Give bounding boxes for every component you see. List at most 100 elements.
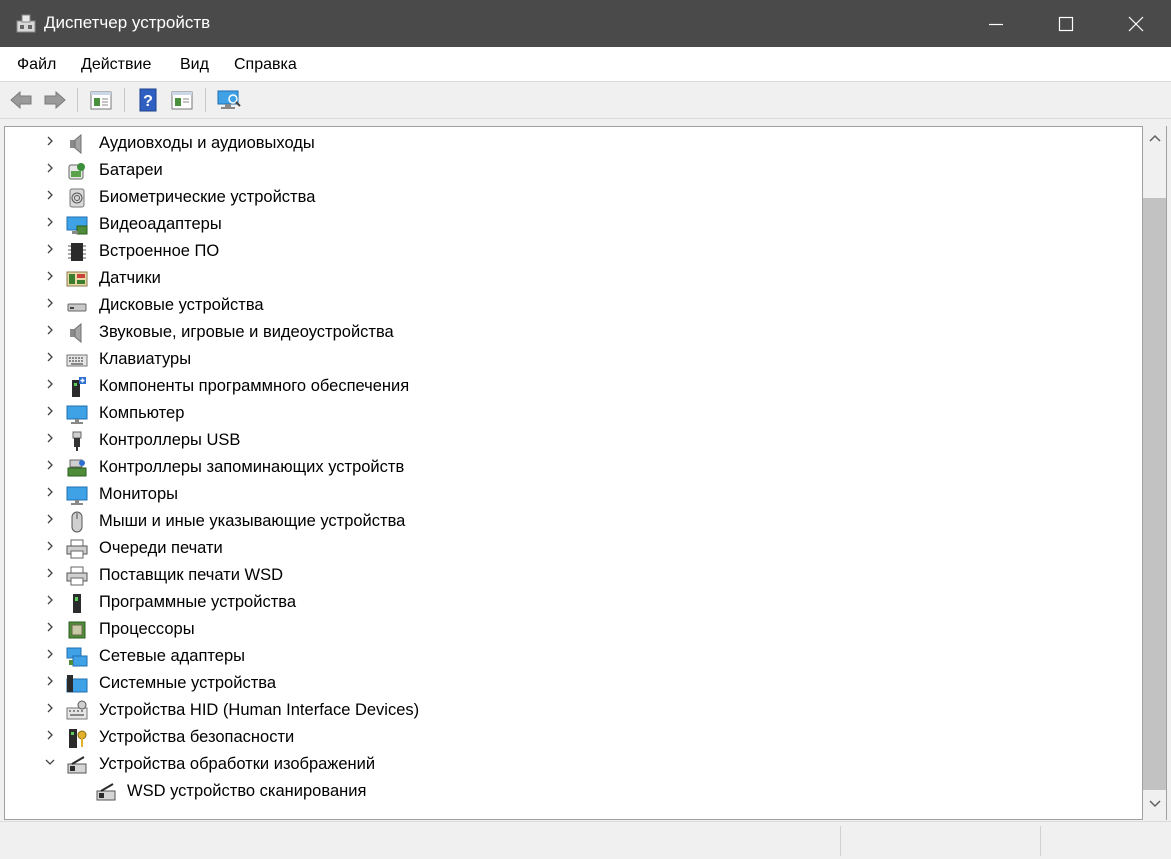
tree-category[interactable]: Батареи	[5, 157, 1105, 184]
scroll-down-button[interactable]	[1143, 794, 1167, 814]
menu-help[interactable]: Справка	[234, 56, 297, 74]
expand-chevron-icon[interactable]	[43, 135, 57, 151]
tree-category[interactable]: Звуковые, игровые и видеоустройства	[5, 319, 1105, 346]
tree-item-label: Биометрические устройства	[99, 188, 316, 206]
tree-item-label: Компьютер	[99, 404, 185, 422]
tree-category[interactable]: Компоненты программного обеспечения	[5, 373, 1105, 400]
minimize-button[interactable]	[961, 0, 1031, 47]
tree-category[interactable]: Видеоадаптеры	[5, 211, 1105, 238]
collapse-chevron-icon[interactable]	[43, 756, 57, 772]
expand-chevron-icon[interactable]	[43, 540, 57, 556]
tree-category[interactable]: Мониторы	[5, 481, 1105, 508]
tree-category[interactable]: Мыши и иные указывающие устройства	[5, 508, 1105, 535]
tree-category[interactable]: Биометрические устройства	[5, 184, 1105, 211]
tree-category[interactable]: Поставщик печати WSD	[5, 562, 1105, 589]
tree-child-item[interactable]: WSD устройство сканирования	[5, 778, 1105, 805]
maximize-icon	[1058, 16, 1074, 31]
printer-icon	[66, 566, 88, 586]
tree-category[interactable]: Сетевые адаптеры	[5, 643, 1105, 670]
close-button[interactable]	[1101, 0, 1171, 47]
disk-drive-icon	[67, 303, 87, 312]
tree-category[interactable]: Контроллеры запоминающих устройств	[5, 454, 1105, 481]
menu-view[interactable]: Вид	[180, 56, 209, 74]
expand-chevron-icon[interactable]	[43, 297, 57, 313]
device-tree: Аудиовходы и аудиовыходы Батареи Биометрич…	[4, 126, 1143, 820]
tree-category[interactable]: Дисковые устройства	[5, 292, 1105, 319]
forward-button[interactable]	[42, 87, 68, 113]
maximize-button[interactable]	[1031, 0, 1101, 47]
tree-item-label: Устройства HID (Human Interface Devices)	[99, 701, 420, 719]
tree-item-label: Системные устройства	[99, 674, 277, 692]
expand-chevron-icon[interactable]	[43, 162, 57, 178]
expand-chevron-icon[interactable]	[43, 702, 57, 718]
expand-chevron-icon[interactable]	[43, 405, 57, 421]
close-icon	[1128, 16, 1144, 31]
tree-item-label: Мыши и иные указывающие устройства	[99, 512, 406, 530]
tree-category[interactable]: Контроллеры USB	[5, 427, 1105, 454]
expand-chevron-icon[interactable]	[43, 486, 57, 502]
expand-chevron-icon[interactable]	[43, 675, 57, 691]
tree-category[interactable]: Устройства HID (Human Interface Devices)	[5, 697, 1105, 724]
tree-item-label: Процессоры	[99, 620, 195, 638]
expand-chevron-icon[interactable]	[43, 189, 57, 205]
tree-category[interactable]: Встроенное ПО	[5, 238, 1105, 265]
tree-category[interactable]: Системные устройства	[5, 670, 1105, 697]
tree-category[interactable]: Устройства безопасности	[5, 724, 1105, 751]
tree-category[interactable]: Клавиатуры	[5, 346, 1105, 373]
vertical-scrollbar[interactable]	[1143, 126, 1167, 820]
monitor-icon	[66, 405, 88, 424]
processor-icon	[68, 621, 86, 639]
tree-item-label: Сетевые адаптеры	[99, 647, 245, 665]
tree-item-label: Контроллеры USB	[99, 431, 241, 449]
expand-chevron-icon[interactable]	[43, 621, 57, 637]
svg-text:?: ?	[143, 93, 153, 110]
camera-icon	[67, 756, 87, 774]
expand-chevron-icon[interactable]	[43, 270, 57, 286]
forward-arrow-icon	[44, 90, 66, 110]
firmware-chip-icon	[68, 243, 86, 261]
usb-icon	[72, 431, 82, 451]
expand-chevron-icon[interactable]	[43, 243, 57, 259]
menu-file[interactable]: Файл	[17, 56, 56, 74]
tree-category[interactable]: Аудиовходы и аудиовыходы	[5, 130, 1105, 157]
expand-chevron-icon[interactable]	[43, 432, 57, 448]
expand-chevron-icon[interactable]	[43, 648, 57, 664]
tree-category[interactable]: Процессоры	[5, 616, 1105, 643]
storage-controller-icon	[67, 459, 87, 477]
menu-action[interactable]: Действие	[81, 56, 151, 74]
expand-chevron-icon[interactable]	[43, 729, 57, 745]
properties-button[interactable]	[88, 87, 114, 113]
help-button[interactable]: ?	[135, 87, 161, 113]
tree-item-label: Звуковые, игровые и видеоустройства	[99, 323, 394, 341]
scroll-thumb[interactable]	[1143, 198, 1166, 790]
expand-chevron-icon[interactable]	[43, 351, 57, 367]
software-device-icon	[73, 594, 81, 613]
tree-item-label: Очереди печати	[99, 539, 223, 557]
expand-chevron-icon[interactable]	[43, 594, 57, 610]
tree-item-label: Дисковые устройства	[99, 296, 264, 314]
battery-icon	[68, 163, 85, 180]
tree-item-label: Видеоадаптеры	[99, 215, 222, 233]
expand-chevron-icon[interactable]	[43, 216, 57, 232]
tree-category[interactable]: Программные устройства	[5, 589, 1105, 616]
scan-hardware-icon	[217, 90, 241, 109]
tree-item-label: Мониторы	[99, 485, 179, 503]
tree-category[interactable]: Очереди печати	[5, 535, 1105, 562]
update-driver-button[interactable]	[169, 87, 195, 113]
keyboard-icon	[66, 354, 88, 367]
tree-category[interactable]: Компьютер	[5, 400, 1105, 427]
scroll-up-button[interactable]	[1143, 128, 1167, 148]
scan-hardware-button[interactable]	[216, 87, 242, 113]
expand-chevron-icon[interactable]	[43, 324, 57, 340]
expand-chevron-icon[interactable]	[43, 459, 57, 475]
expand-chevron-icon[interactable]	[43, 513, 57, 529]
back-button[interactable]	[8, 87, 34, 113]
tree-item-label: Контроллеры запоминающих устройств	[99, 458, 405, 476]
expand-chevron-icon[interactable]	[43, 378, 57, 394]
tree-category[interactable]: Датчики	[5, 265, 1105, 292]
hid-icon	[66, 700, 88, 720]
expand-chevron-icon[interactable]	[43, 567, 57, 583]
menu-bar: Файл Действие Вид Справка	[0, 47, 1171, 82]
tree-category[interactable]: Устройства обработки изображений	[5, 751, 1105, 778]
tree-item-label: Датчики	[99, 269, 161, 287]
